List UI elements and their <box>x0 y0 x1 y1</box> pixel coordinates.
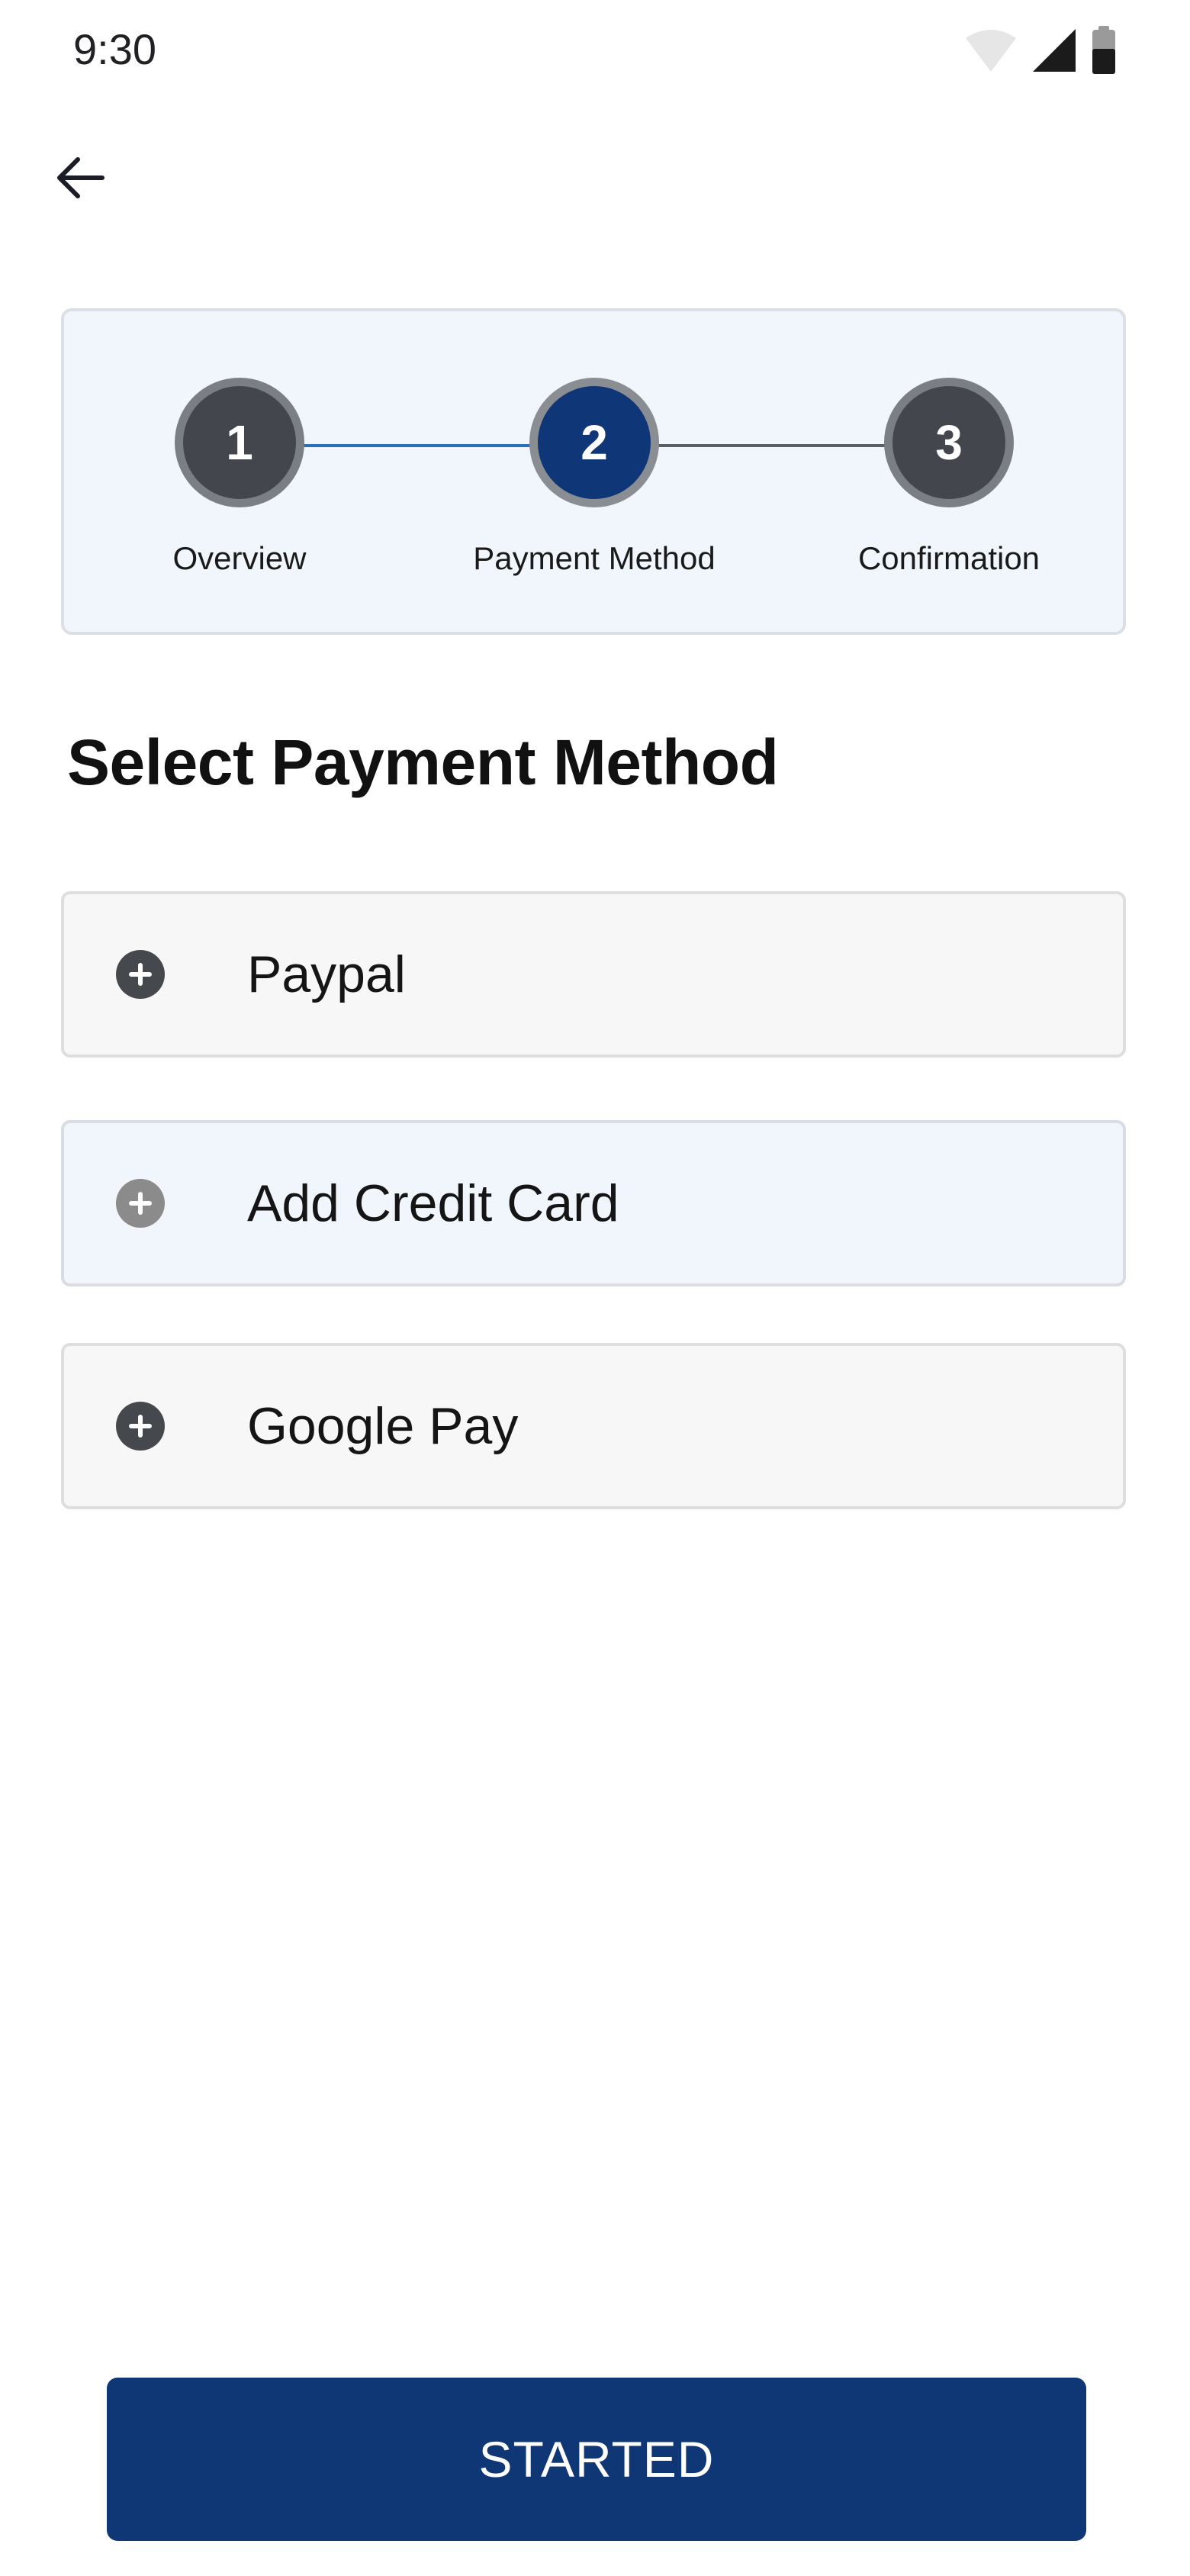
payment-option-label: Add Credit Card <box>247 1174 619 1232</box>
plus-circle-icon <box>116 950 165 999</box>
battery-icon <box>1091 25 1117 79</box>
payment-option-label: Google Pay <box>247 1397 519 1455</box>
arrow-left-icon <box>55 155 105 204</box>
plus-circle-icon <box>116 1402 165 1451</box>
step-3-circle: 3 <box>884 378 1014 507</box>
back-button[interactable] <box>46 145 114 214</box>
step-3-label: Confirmation <box>857 540 1040 576</box>
step-2-label: Payment Method <box>473 540 716 576</box>
started-button[interactable]: STARTED <box>107 2378 1086 2541</box>
payment-option-credit-card[interactable]: Add Credit Card <box>61 1120 1126 1286</box>
signal-icon <box>1031 27 1077 77</box>
page-title: Select Payment Method <box>67 726 779 798</box>
plus-circle-icon <box>116 1179 165 1228</box>
status-bar: 9:30 <box>0 0 1190 99</box>
step-1-label: Overview <box>172 540 307 576</box>
payment-option-label: Paypal <box>247 945 406 1003</box>
status-icons <box>964 25 1117 79</box>
wifi-icon <box>964 27 1018 77</box>
status-time: 9:30 <box>73 25 156 73</box>
step-2-circle: 2 <box>529 378 659 507</box>
payment-option-google-pay[interactable]: Google Pay <box>61 1343 1126 1509</box>
progress-stepper: 1 2 3 Overview Payment Method Confirmati… <box>61 308 1126 635</box>
payment-option-paypal[interactable]: Paypal <box>61 891 1126 1058</box>
step-1-circle: 1 <box>175 378 304 507</box>
